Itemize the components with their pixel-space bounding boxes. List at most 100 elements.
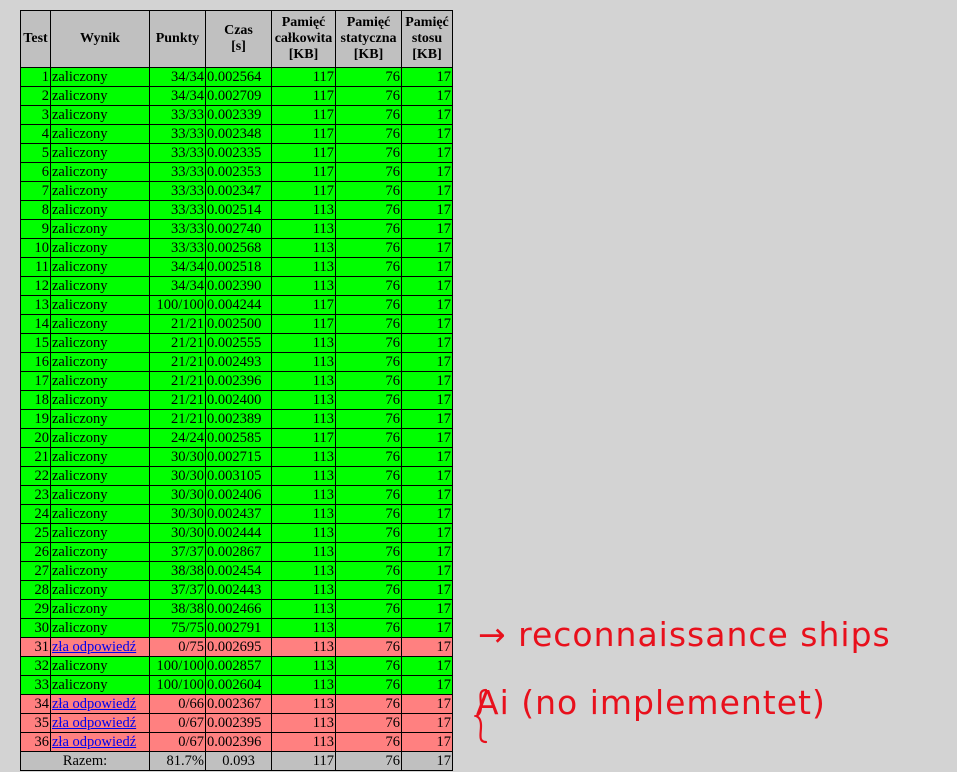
cell-points: 0/66 — [149, 694, 206, 714]
table-row: 25 zaliczony 30/30 0.002444 113 76 17 — [20, 523, 453, 543]
cell-result: zaliczony — [50, 504, 150, 524]
header-test: Test — [20, 10, 51, 68]
cell-memory-total: 113 — [271, 333, 336, 353]
cell-memory-static: 76 — [335, 637, 402, 657]
cell-test: 15 — [20, 333, 51, 353]
cell-memory-stack: 17 — [401, 618, 453, 638]
cell-test: 20 — [20, 428, 51, 448]
cell-memory-stack: 17 — [401, 599, 453, 619]
cell-points: 0/67 — [149, 732, 206, 752]
cell-memory-stack: 17 — [401, 181, 453, 201]
cell-test: 27 — [20, 561, 51, 581]
cell-memory-stack: 17 — [401, 580, 453, 600]
cell-memory-static: 76 — [335, 485, 402, 505]
cell-memory-static: 76 — [335, 561, 402, 581]
table-row: 35 zła odpowiedź 0/67 0.002395 113 76 17 — [20, 713, 453, 733]
cell-memory-static: 76 — [335, 504, 402, 524]
cell-result: zaliczony — [50, 257, 150, 277]
cell-memory-static: 76 — [335, 162, 402, 182]
cell-memory-static: 76 — [335, 732, 402, 752]
cell-result: zaliczony — [50, 295, 150, 315]
cell-memory-static: 76 — [335, 219, 402, 239]
wrong-answer-link[interactable]: zła odpowiedź — [52, 734, 136, 750]
cell-memory-static: 76 — [335, 409, 402, 429]
cell-memory-stack: 17 — [401, 295, 453, 315]
wrong-answer-link[interactable]: zła odpowiedź — [52, 639, 136, 655]
header-memory-total: Pamięć całkowita [KB] — [271, 10, 336, 68]
cell-test: 12 — [20, 276, 51, 296]
cell-time: 0.002500 — [205, 314, 272, 334]
cell-points: 21/21 — [149, 371, 206, 391]
cell-memory-total: 117 — [271, 67, 336, 87]
cell-points: 33/33 — [149, 105, 206, 125]
cell-points: 33/33 — [149, 181, 206, 201]
cell-time: 0.002335 — [205, 143, 272, 163]
cell-result: zaliczony — [50, 466, 150, 486]
cell-memory-stack: 17 — [401, 371, 453, 391]
wrong-answer-link[interactable]: zła odpowiedź — [52, 715, 136, 731]
cell-memory-static: 76 — [335, 447, 402, 467]
cell-memory-total: 117 — [271, 428, 336, 448]
cell-test: 8 — [20, 200, 51, 220]
cell-memory-static: 76 — [335, 86, 402, 106]
cell-memory-stack: 17 — [401, 257, 453, 277]
cell-memory-static: 76 — [335, 124, 402, 144]
summary-row: Razem: 81.7% 0.093 117 76 17 — [20, 751, 453, 771]
table-row: 20 zaliczony 24/24 0.002585 117 76 17 — [20, 428, 453, 448]
cell-memory-stack: 17 — [401, 238, 453, 258]
table-row: 15 zaliczony 21/21 0.002555 113 76 17 — [20, 333, 453, 353]
cell-test: 4 — [20, 124, 51, 144]
cell-result: zła odpowiedź — [50, 732, 150, 752]
table-row: 34 zła odpowiedź 0/66 0.002367 113 76 17 — [20, 694, 453, 714]
cell-result: zaliczony — [50, 599, 150, 619]
cell-result: zaliczony — [50, 67, 150, 87]
cell-time: 0.002367 — [205, 694, 272, 714]
cell-memory-static: 76 — [335, 618, 402, 638]
cell-memory-stack: 17 — [401, 504, 453, 524]
cell-memory-static: 76 — [335, 333, 402, 353]
cell-time: 0.002604 — [205, 675, 272, 695]
cell-memory-stack: 17 — [401, 333, 453, 353]
wrong-answer-link[interactable]: zła odpowiedź — [52, 696, 136, 712]
cell-memory-total: 113 — [271, 656, 336, 676]
cell-points: 30/30 — [149, 447, 206, 467]
cell-result: zaliczony — [50, 162, 150, 182]
cell-time: 0.002695 — [205, 637, 272, 657]
cell-memory-total: 113 — [271, 599, 336, 619]
cell-memory-stack: 17 — [401, 637, 453, 657]
cell-memory-total: 113 — [271, 713, 336, 733]
cell-time: 0.002353 — [205, 162, 272, 182]
header-result: Wynik — [50, 10, 150, 68]
cell-memory-stack: 17 — [401, 447, 453, 467]
cell-points: 0/75 — [149, 637, 206, 657]
table-row: 6 zaliczony 33/33 0.002353 117 76 17 — [20, 162, 453, 182]
cell-test: 17 — [20, 371, 51, 391]
table-row: 4 zaliczony 33/33 0.002348 117 76 17 — [20, 124, 453, 144]
cell-result: zaliczony — [50, 428, 150, 448]
cell-time: 0.002466 — [205, 599, 272, 619]
cell-time: 0.002443 — [205, 580, 272, 600]
cell-memory-total: 113 — [271, 466, 336, 486]
cell-memory-total: 117 — [271, 181, 336, 201]
cell-memory-total: 113 — [271, 637, 336, 657]
cell-test: 31 — [20, 637, 51, 657]
cell-result: zaliczony — [50, 124, 150, 144]
cell-memory-stack: 17 — [401, 466, 453, 486]
results-body: 1 zaliczony 34/34 0.002564 117 76 17 2 zaliczony… — [20, 67, 453, 752]
cell-time: 0.002555 — [205, 333, 272, 353]
cell-result: zaliczony — [50, 352, 150, 372]
cell-memory-stack: 17 — [401, 428, 453, 448]
cell-memory-stack: 17 — [401, 561, 453, 581]
cell-memory-stack: 17 — [401, 713, 453, 733]
cell-memory-stack: 17 — [401, 694, 453, 714]
header-time: Czas [s] — [205, 10, 272, 68]
cell-memory-total: 117 — [271, 86, 336, 106]
cell-memory-total: 113 — [271, 618, 336, 638]
cell-result: zaliczony — [50, 181, 150, 201]
cell-test: 23 — [20, 485, 51, 505]
cell-memory-static: 76 — [335, 428, 402, 448]
table-row: 32 zaliczony 100/100 0.002857 113 76 17 — [20, 656, 453, 676]
cell-result: zaliczony — [50, 675, 150, 695]
cell-memory-stack: 17 — [401, 162, 453, 182]
cell-points: 34/34 — [149, 276, 206, 296]
